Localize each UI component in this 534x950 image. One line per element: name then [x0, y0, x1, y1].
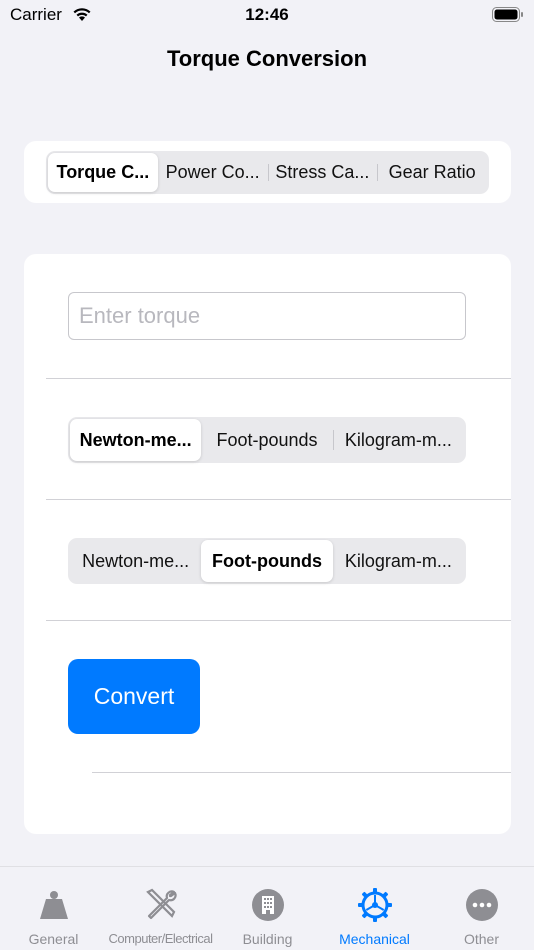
tab-general[interactable]: General [0, 867, 107, 950]
torque-form-card: Newton-me... Foot-pounds Kilogram-m... N… [24, 254, 511, 834]
result-divider [92, 772, 511, 773]
segment-torque-conversion[interactable]: Torque C... [48, 153, 158, 192]
torque-input[interactable] [68, 292, 466, 340]
divider [46, 499, 511, 500]
tab-bar: General Computer/Electrical Building Mec… [0, 866, 534, 950]
to-unit-kilogram-meters[interactable]: Kilogram-m... [333, 540, 464, 582]
segment-gear-ratio[interactable]: Gear Ratio [377, 153, 487, 192]
gear-icon [357, 888, 392, 922]
convert-button[interactable]: Convert [68, 659, 200, 734]
clock: 12:46 [245, 5, 289, 24]
segment-power-conversion[interactable]: Power Co... [158, 153, 268, 192]
ellipsis-icon [465, 889, 498, 921]
weight-icon [39, 891, 68, 919]
tab-label: Mechanical [339, 931, 410, 947]
tab-building[interactable]: Building [214, 867, 321, 950]
tab-label: Computer/Electrical [108, 931, 213, 946]
battery-icon [492, 7, 523, 22]
divider [46, 378, 511, 379]
tools-icon [145, 888, 177, 920]
page-title: Torque Conversion [166, 46, 368, 71]
tab-other[interactable]: Other [428, 867, 534, 950]
to-unit-segmented-control: Newton-me... Foot-pounds Kilogram-m... [68, 538, 466, 584]
from-unit-newton-meters[interactable]: Newton-me... [70, 419, 202, 461]
segment-stress-calculation[interactable]: Stress Ca... [267, 153, 378, 192]
from-unit-kilogram-meters[interactable]: Kilogram-m... [332, 419, 464, 461]
tab-label: General [28, 931, 79, 947]
to-unit-newton-meters[interactable]: Newton-me... [70, 540, 201, 582]
from-unit-segmented-control: Newton-me... Foot-pounds Kilogram-m... [68, 417, 466, 463]
tab-computer-electrical[interactable]: Computer/Electrical [107, 867, 214, 950]
tab-mechanical[interactable]: Mechanical [321, 867, 428, 950]
status-bar: Carrier 12:46 [0, 0, 534, 30]
tab-label: Other [463, 931, 499, 947]
building-icon [251, 889, 284, 921]
calculator-type-segmented-control: Torque C... Power Co... Stress Ca... Gea… [46, 151, 489, 194]
from-unit-foot-pounds[interactable]: Foot-pounds [201, 419, 332, 461]
divider [46, 620, 511, 621]
to-unit-foot-pounds[interactable]: Foot-pounds [201, 540, 333, 582]
tab-label: Building [242, 931, 293, 947]
calculator-type-card: Torque C... Power Co... Stress Ca... Gea… [24, 141, 511, 203]
